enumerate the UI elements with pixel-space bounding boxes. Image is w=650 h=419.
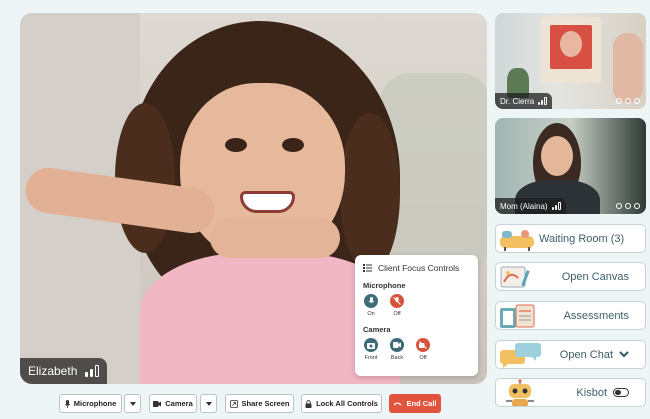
client-camera-off-button[interactable]: Off	[415, 338, 431, 361]
hang-up-icon	[393, 402, 402, 406]
lock-all-controls-label: Lock All Controls	[316, 399, 378, 408]
toggle-knob	[615, 389, 621, 395]
assessments-button[interactable]: Assessments	[495, 301, 646, 330]
microphone-controls: On Off	[363, 294, 470, 317]
participant-name-tag: Dr. Cierra	[495, 93, 553, 109]
paint-palette-icon	[500, 266, 530, 288]
camera-options-dropdown[interactable]	[200, 394, 217, 413]
participant-name-tag: Elizabeth	[20, 358, 107, 384]
microphone-icon	[64, 399, 70, 408]
chevron-down-icon	[129, 401, 136, 406]
chevron-down-icon	[619, 351, 629, 358]
waiting-room-button[interactable]: Waiting Room (3)	[495, 224, 646, 253]
microphone-button[interactable]: Microphone	[59, 394, 122, 413]
camera-front-label: Front	[364, 355, 378, 361]
signal-strength-icon	[538, 97, 548, 105]
camera-button-label: Camera	[165, 399, 193, 408]
signal-strength-icon	[85, 365, 100, 377]
kisbot-button[interactable]: Kisbot	[495, 378, 646, 407]
camera-back-label: Back	[390, 355, 404, 361]
microphone-muted-icon	[390, 294, 404, 308]
end-call-label: End Call	[406, 399, 437, 408]
assessment-clipboard-icon	[500, 304, 535, 328]
end-call-button[interactable]: End Call	[389, 394, 441, 413]
open-canvas-button[interactable]: Open Canvas	[495, 262, 646, 291]
kisbot-toggle[interactable]	[613, 388, 629, 397]
mom-face	[541, 136, 573, 176]
chat-bubbles-icon	[500, 343, 541, 368]
mic-on-label: On	[367, 311, 375, 317]
camera-heading: Camera	[363, 325, 391, 334]
focus-controls-header: Client Focus Controls	[363, 263, 470, 273]
participant-tile-mom-alaina[interactable]: Mom (Alaina)	[495, 118, 646, 214]
robot-icon	[506, 379, 534, 406]
open-chat-label: Open Chat	[559, 348, 613, 361]
share-screen-label: Share Screen	[241, 399, 290, 408]
microphone-options-dropdown[interactable]	[124, 394, 141, 413]
share-screen-icon	[229, 399, 238, 408]
assessments-label: Assessments	[563, 309, 629, 322]
video-camera-icon	[390, 338, 404, 352]
more-options-icon[interactable]	[616, 203, 640, 209]
waiting-room-illustration-icon	[500, 230, 534, 251]
share-screen-button[interactable]: Share Screen	[225, 394, 294, 413]
participant-name: Elizabeth	[28, 364, 78, 378]
open-chat-text: Open Chat	[560, 341, 629, 368]
doctor-face	[560, 31, 582, 57]
list-settings-icon	[363, 264, 372, 272]
child-eye-left	[225, 138, 247, 152]
video-camera-icon	[153, 400, 162, 407]
mic-off-label: Off	[393, 311, 401, 317]
signal-strength-icon	[551, 202, 561, 210]
microphone-heading: Microphone	[363, 281, 406, 290]
participant-name: Dr. Cierra	[500, 96, 535, 106]
open-chat-button[interactable]: Open Chat	[495, 340, 646, 369]
client-camera-back-button[interactable]: Back	[389, 338, 405, 361]
child-hand	[210, 218, 340, 258]
camera-off-label: Off	[419, 355, 427, 361]
video-camera-off-icon	[416, 338, 430, 352]
kisbot-text: Kisbot	[576, 379, 629, 406]
participant-tile-dr-cierra[interactable]: Dr. Cierra	[495, 13, 646, 109]
chevron-down-icon	[205, 401, 212, 406]
camera-controls: Front Back Off	[363, 338, 470, 361]
client-focus-controls-panel: Client Focus Controls Microphone On Off …	[355, 255, 478, 376]
waiting-room-label: Waiting Room (3)	[539, 232, 625, 245]
lock-all-controls-button[interactable]: Lock All Controls	[301, 394, 382, 413]
kisbot-label: Kisbot	[576, 386, 607, 399]
more-options-icon[interactable]	[616, 98, 640, 104]
camera-button[interactable]: Camera	[149, 394, 197, 413]
microphone-icon	[364, 294, 378, 308]
client-mic-on-button[interactable]: On	[363, 294, 379, 317]
client-mic-off-button[interactable]: Off	[389, 294, 405, 317]
microphone-button-label: Microphone	[73, 399, 117, 408]
participant-name: Mom (Alaina)	[500, 201, 548, 211]
hand	[613, 33, 643, 103]
participant-name-tag: Mom (Alaina)	[495, 198, 566, 214]
child-smile	[240, 191, 295, 213]
lock-icon	[305, 399, 312, 408]
open-canvas-label: Open Canvas	[561, 270, 629, 283]
child-eye-right	[282, 138, 304, 152]
focus-controls-title: Client Focus Controls	[378, 263, 460, 273]
client-camera-front-button[interactable]: Front	[363, 338, 379, 361]
camera-front-icon	[364, 338, 378, 352]
child-hair-curls-right	[340, 113, 400, 273]
